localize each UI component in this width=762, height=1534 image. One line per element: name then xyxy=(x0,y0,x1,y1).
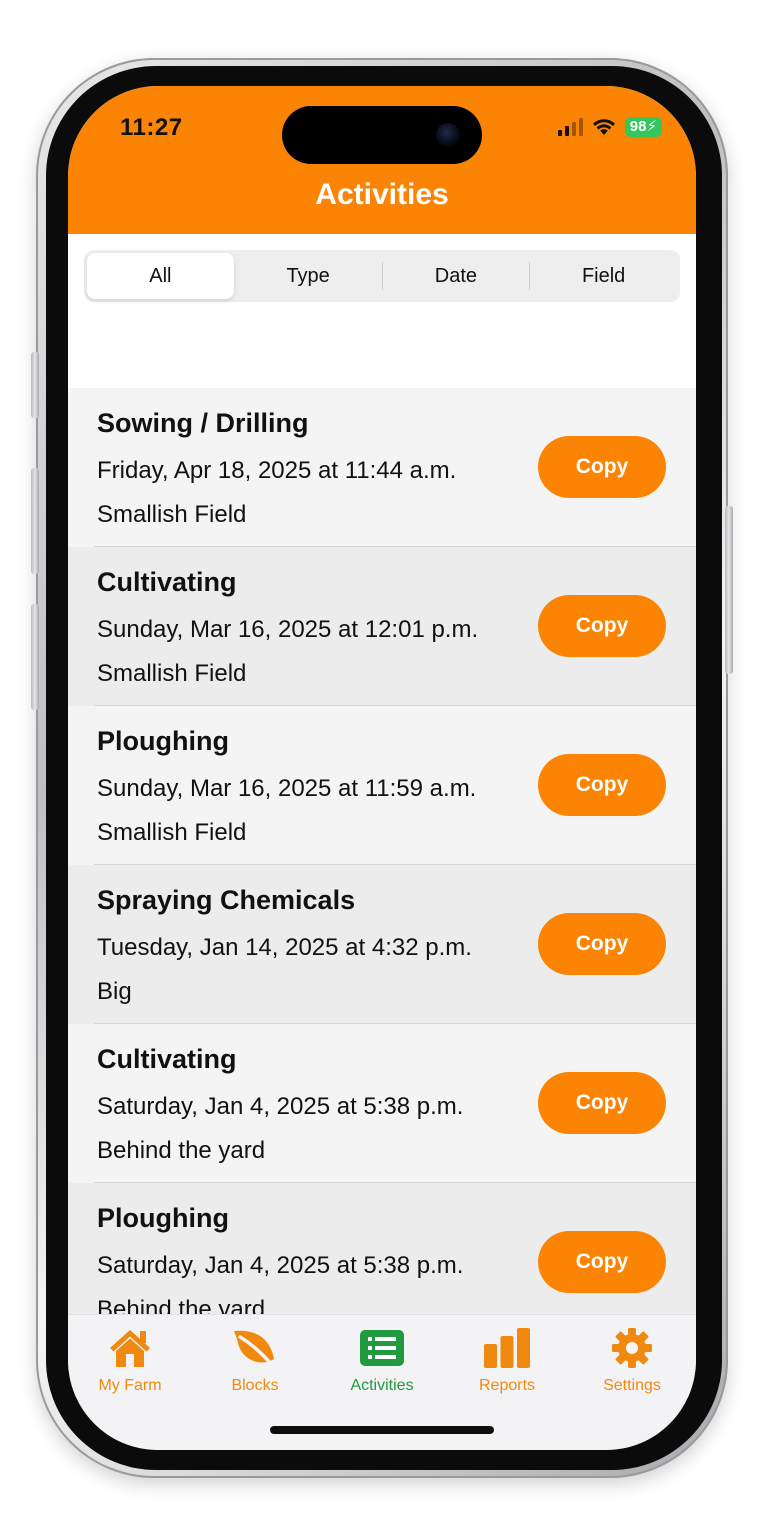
tab-label: Reports xyxy=(478,1377,536,1394)
activity-date: Sunday, Mar 16, 2025 at 11:59 a.m. xyxy=(97,775,477,802)
activity-field: Behind the yard xyxy=(97,1137,266,1164)
gear-icon xyxy=(608,1327,656,1369)
copy-button[interactable]: Copy xyxy=(538,1231,666,1293)
camera-icon xyxy=(436,123,460,147)
status-indicators: 98⚡︎ xyxy=(557,117,662,137)
activity-date: Tuesday, Jan 14, 2025 at 4:32 p.m. xyxy=(97,934,472,961)
screen: 11:27 98⚡︎ Activities All Type Date Fiel… xyxy=(68,86,696,1450)
activity-field: Big xyxy=(97,978,132,1005)
battery-icon: 98⚡︎ xyxy=(624,117,662,137)
activity-field: Smallish Field xyxy=(97,660,247,687)
activity-date: Friday, Apr 18, 2025 at 11:44 a.m. xyxy=(97,457,457,484)
copy-button[interactable]: Copy xyxy=(538,913,666,975)
activity-field: Behind the yard xyxy=(97,1296,266,1314)
tab-label: Activities xyxy=(350,1377,414,1394)
dynamic-island xyxy=(282,106,482,164)
home-indicator[interactable] xyxy=(270,1426,494,1434)
house-icon xyxy=(106,1327,154,1369)
leaf-icon xyxy=(231,1327,279,1369)
filter-all[interactable]: All xyxy=(87,253,234,299)
activity-title: Cultivating xyxy=(97,1044,237,1074)
activity-list[interactable]: Sowing / Drilling Friday, Apr 18, 2025 a… xyxy=(68,388,696,1314)
list-item[interactable]: Ploughing Sunday, Mar 16, 2025 at 11:59 … xyxy=(68,706,696,865)
tab-blocks[interactable]: Blocks xyxy=(200,1327,310,1395)
tab-activities[interactable]: Activities xyxy=(327,1327,437,1395)
list-item[interactable]: Cultivating Saturday, Jan 4, 2025 at 5:3… xyxy=(68,1024,696,1183)
list-item[interactable]: Spraying Chemicals Tuesday, Jan 14, 2025… xyxy=(68,865,696,1024)
activity-title: Ploughing xyxy=(97,726,229,756)
tab-label: Blocks xyxy=(231,1377,279,1394)
filter-type[interactable]: Type xyxy=(235,253,382,299)
copy-button[interactable]: Copy xyxy=(538,436,666,498)
list-item[interactable]: Cultivating Sunday, Mar 16, 2025 at 12:0… xyxy=(68,547,696,706)
copy-button[interactable]: Copy xyxy=(538,1072,666,1134)
tab-reports[interactable]: Reports xyxy=(452,1327,562,1395)
cellular-signal-icon xyxy=(557,118,583,136)
activity-date: Sunday, Mar 16, 2025 at 12:01 p.m. xyxy=(97,616,479,643)
filter-date[interactable]: Date xyxy=(383,253,530,299)
activity-date: Saturday, Jan 4, 2025 at 5:38 p.m. xyxy=(97,1093,464,1120)
tab-label: My Farm xyxy=(98,1377,162,1394)
volume-down-button xyxy=(31,604,39,710)
power-button xyxy=(725,506,733,674)
activity-title: Spraying Chemicals xyxy=(97,885,356,915)
activity-field: Smallish Field xyxy=(97,501,247,528)
status-time: 11:27 xyxy=(120,114,183,141)
action-button xyxy=(31,352,39,418)
wifi-icon xyxy=(592,119,615,135)
tab-label: Settings xyxy=(603,1377,661,1394)
activity-date: Saturday, Jan 4, 2025 at 5:38 p.m. xyxy=(97,1252,464,1279)
filter-field[interactable]: Field xyxy=(530,253,677,299)
filter-segmented-control: All Type Date Field xyxy=(84,250,680,302)
activity-title: Ploughing xyxy=(97,1203,229,1233)
list-item[interactable]: Sowing / Drilling Friday, Apr 18, 2025 a… xyxy=(68,388,696,547)
volume-up-button xyxy=(31,468,39,574)
nav-header: 11:27 98⚡︎ Activities xyxy=(68,86,696,234)
page-title: Activities xyxy=(315,178,449,211)
list-icon xyxy=(358,1327,406,1369)
battery-level: 98 xyxy=(629,118,647,135)
activity-title: Cultivating xyxy=(97,567,237,597)
copy-button[interactable]: Copy xyxy=(538,595,666,657)
tab-my-farm[interactable]: My Farm xyxy=(75,1327,185,1395)
activity-field: Smallish Field xyxy=(97,819,247,846)
bar-chart-icon xyxy=(483,1327,531,1369)
copy-button[interactable]: Copy xyxy=(538,754,666,816)
list-item[interactable]: Ploughing Saturday, Jan 4, 2025 at 5:38 … xyxy=(68,1183,696,1314)
tab-settings[interactable]: Settings xyxy=(577,1327,687,1395)
activity-title: Sowing / Drilling xyxy=(97,408,309,438)
